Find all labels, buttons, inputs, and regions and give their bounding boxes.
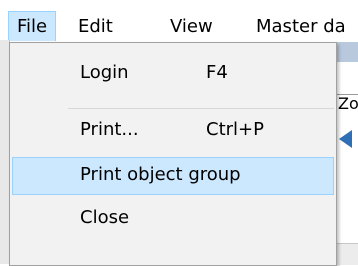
menu-file[interactable]: File [8, 11, 57, 41]
file-menu-dropdown: Login F4 Print... Ctrl+P Print object gr… [9, 42, 337, 266]
menu-item-shortcut: Ctrl+P [206, 119, 264, 140]
background-zoom-label: Zo [338, 94, 358, 113]
menu-item-label: Print... [80, 119, 139, 140]
menu-separator [68, 108, 334, 109]
menu-item-print-object-group[interactable]: Print object group [12, 157, 334, 195]
menu-item-label: Login [80, 62, 129, 83]
menu-item-label: Close [80, 207, 130, 228]
menu-item-shortcut: F4 [206, 62, 228, 83]
menu-item-label: Print object group [80, 164, 241, 185]
menu-item-close[interactable]: Close [12, 200, 334, 238]
menu-item-login[interactable]: Login F4 [12, 55, 334, 93]
menu-edit[interactable]: Edit [70, 12, 121, 42]
menu-item-print[interactable]: Print... Ctrl+P [12, 112, 334, 150]
menu-bar: File Edit View Master da [0, 0, 358, 42]
back-arrow-icon[interactable] [339, 130, 352, 148]
menu-master-data[interactable]: Master da [248, 12, 354, 42]
menu-view[interactable]: View [162, 12, 221, 42]
